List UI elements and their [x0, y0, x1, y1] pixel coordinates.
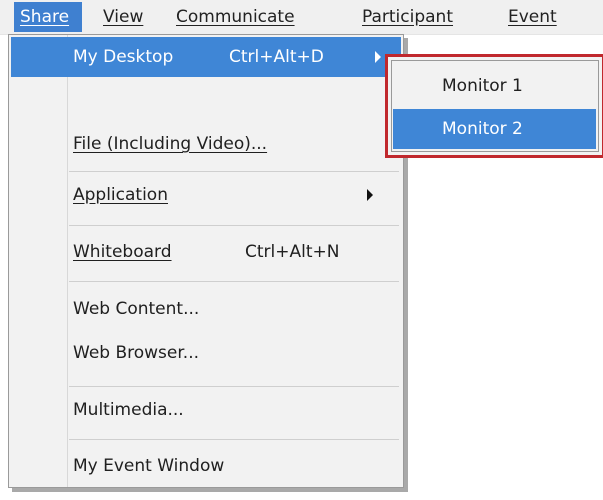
share-menu: My Desktop Ctrl+Alt+D File (Including Vi…	[8, 34, 404, 488]
menu-item-web-content[interactable]: Web Content...	[11, 290, 401, 328]
menu-item-label: My Desktop	[73, 47, 174, 67]
menu-item-label: My Event Window	[73, 456, 225, 476]
menu-separator	[69, 171, 399, 172]
menu-participant[interactable]: Participant	[362, 2, 453, 32]
submenu-item-monitor-2[interactable]: Monitor 2	[393, 109, 596, 149]
menu-item-whiteboard[interactable]: Whiteboard Ctrl+Alt+N	[11, 231, 401, 273]
submenu-arrow-icon	[367, 189, 373, 201]
menu-item-my-event-window[interactable]: My Event Window	[11, 446, 401, 486]
menu-item-label: Web Browser...	[73, 343, 200, 363]
menu-item-shortcut: Ctrl+Alt+D	[229, 47, 324, 67]
app-window: Share View Communicate Participant Event…	[0, 0, 603, 500]
menu-item-label: File (Including Video)...	[73, 134, 268, 154]
menu-communicate[interactable]: Communicate	[176, 2, 295, 32]
menu-item-file[interactable]: File (Including Video)...	[11, 123, 401, 165]
menu-item-shortcut: Ctrl+Alt+N	[245, 242, 340, 262]
menu-item-label: Whiteboard	[73, 242, 172, 262]
menu-view[interactable]: View	[103, 2, 143, 32]
menu-item-label: Application	[73, 185, 168, 205]
submenu-item-monitor-1[interactable]: Monitor 1	[393, 66, 596, 106]
menu-item-multimedia[interactable]: Multimedia...	[11, 389, 401, 431]
menu-separator	[69, 439, 399, 440]
menu-event[interactable]: Event	[508, 2, 557, 32]
menu-item-label: Web Content...	[73, 299, 200, 319]
menu-separator	[69, 281, 399, 282]
menu-item-my-desktop[interactable]: My Desktop Ctrl+Alt+D	[11, 37, 401, 77]
menu-item-application[interactable]: Application	[11, 174, 401, 216]
submenu-arrow-icon	[375, 51, 381, 63]
menu-separator	[69, 225, 399, 226]
menu-item-web-browser[interactable]: Web Browser...	[11, 333, 401, 373]
submenu-item-label: Monitor 2	[442, 119, 523, 139]
menu-item-label: Multimedia...	[73, 400, 184, 420]
monitor-submenu: Monitor 1 Monitor 2	[385, 54, 603, 158]
menu-separator	[69, 386, 399, 387]
menu-share[interactable]: Share	[14, 2, 82, 32]
menu-bar: Share View Communicate Participant Event	[0, 0, 603, 35]
submenu-item-label: Monitor 1	[442, 76, 523, 96]
